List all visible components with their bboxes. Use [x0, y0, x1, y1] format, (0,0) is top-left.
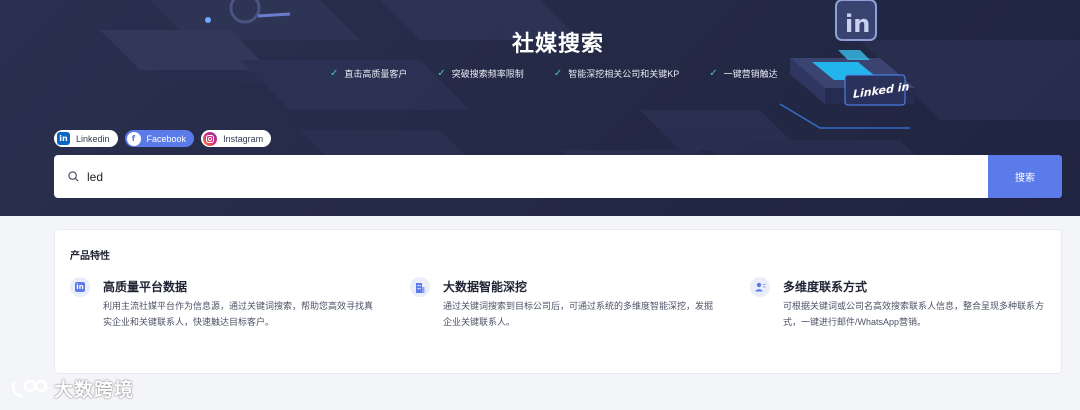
tab-label: Linkedin: [76, 133, 110, 144]
hero-banner: in Linked in 社媒搜索 ✓ 直击高质量客户 ✓ 突破搜索频率限制 ✓…: [0, 0, 1080, 216]
search-field-wrap: [54, 155, 988, 198]
platform-tabs: in Linkedin f Facebook Instagram: [54, 130, 272, 147]
check-icon: ✓: [330, 68, 339, 79]
watermark: 大数跨境: [10, 375, 134, 402]
linkedin-icon: in: [57, 132, 70, 145]
check-icon: ✓: [553, 68, 563, 79]
tab-facebook[interactable]: f Facebook: [124, 130, 195, 147]
hero-feature: ✓ 突破搜索频率限制: [437, 67, 523, 80]
building-icon: [410, 277, 430, 297]
hero-feature-label: 突破搜索频率限制: [451, 69, 524, 79]
search-icon: [68, 171, 79, 182]
watermark-text: 大数跨境: [54, 380, 135, 401]
instagram-icon: [203, 131, 218, 146]
feature-title: 大数据智能深挖: [443, 280, 528, 294]
tab-label: Facebook: [146, 133, 187, 144]
check-icon: ✓: [709, 68, 718, 79]
product-features-card: 产品特性 in 高质量平台数据 利用主流社媒平台作为信息源，通过关键词搜索，帮助…: [54, 229, 1062, 374]
hero-feature: ✓ 直击高质量客户: [330, 67, 407, 80]
hero-feature-label: 智能深挖相关公司和关键KP: [568, 69, 680, 79]
feature-title: 高质量平台数据: [103, 280, 188, 294]
feature-desc: 利用主流社媒平台作为信息源，通过关键词搜索，帮助您高效寻找真实企业和关键联系人，…: [103, 301, 374, 327]
feature-desc: 通过关键词搜索到目标公司后，可通过系统的多维度智能深挖，发掘企业关键联系人。: [443, 301, 714, 327]
page-title: 社媒搜索: [511, 31, 604, 56]
feature-title: 多维度联系方式: [783, 280, 868, 294]
search-bar: 搜索: [54, 155, 1062, 198]
watermark-logo-icon: [12, 379, 48, 397]
search-button[interactable]: 搜索: [988, 155, 1062, 198]
hero-feature-label: 直击高质量客户: [344, 69, 408, 79]
feature-desc: 可根据关键词或公司名高效搜索联系人信息，整合呈现多种联系方式，一键进行邮件/Wh…: [783, 301, 1045, 327]
linkedin-icon: in: [70, 277, 90, 297]
check-icon: ✓: [437, 68, 446, 79]
hero-feature: ✓ 智能深挖相关公司和关键KP: [554, 67, 679, 80]
tab-label: Instagram: [223, 133, 264, 144]
tab-linkedin[interactable]: in Linkedin: [54, 130, 118, 147]
search-input[interactable]: [87, 169, 967, 184]
contacts-icon: [750, 277, 770, 297]
hero-features: ✓ 直击高质量客户 ✓ 突破搜索频率限制 ✓ 智能深挖相关公司和关键KP ✓ 一…: [330, 67, 778, 80]
hero-feature: ✓ 一键营销触达: [709, 67, 777, 80]
tab-instagram[interactable]: Instagram: [201, 130, 272, 147]
facebook-icon: f: [126, 131, 141, 146]
hero-feature-label: 一键营销触达: [723, 69, 778, 79]
section-heading: 产品特性: [70, 251, 110, 262]
